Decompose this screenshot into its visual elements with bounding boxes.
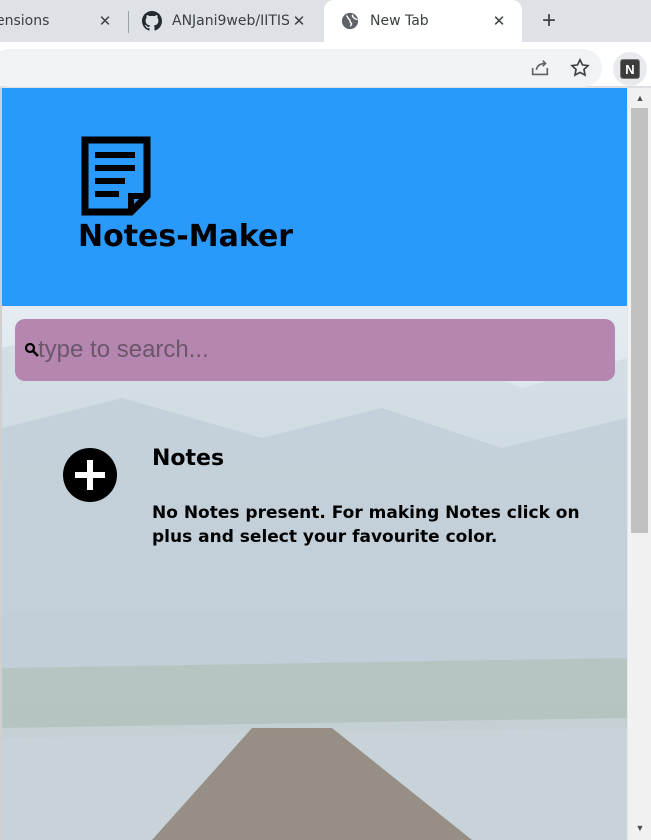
github-icon bbox=[142, 11, 162, 31]
tab-github[interactable]: ANJani9web/IITIS ✕ bbox=[130, 0, 322, 42]
empty-notes-message: No Notes present. For making Notes click… bbox=[152, 503, 580, 547]
close-icon[interactable]: ✕ bbox=[96, 12, 114, 30]
share-icon[interactable] bbox=[528, 56, 552, 80]
add-note-button[interactable] bbox=[63, 448, 117, 502]
page-viewport: Notes-Maker Notes No Notes present. For … bbox=[2, 88, 627, 840]
scroll-thumb[interactable] bbox=[631, 108, 648, 533]
tab-title: New Tab bbox=[370, 13, 429, 29]
close-icon[interactable]: ✕ bbox=[290, 12, 308, 30]
search-bar bbox=[15, 319, 615, 381]
tab-title: ensions bbox=[0, 13, 50, 29]
profile-button[interactable]: N bbox=[613, 52, 647, 86]
notes-logo-icon bbox=[81, 136, 151, 216]
scroll-down-arrow-icon[interactable]: ▼ bbox=[632, 820, 648, 836]
close-icon[interactable]: ✕ bbox=[490, 12, 508, 30]
bookmark-star-icon[interactable] bbox=[568, 56, 592, 80]
scroll-up-arrow-icon[interactable]: ▲ bbox=[632, 90, 648, 106]
tab-new-tab[interactable]: New Tab ✕ bbox=[324, 0, 522, 42]
tab-divider bbox=[128, 11, 129, 33]
tab-extensions[interactable]: ensions ✕ bbox=[0, 0, 128, 42]
new-tab-button[interactable]: + bbox=[536, 7, 562, 34]
app-header: Notes-Maker bbox=[2, 88, 627, 306]
tab-title: ANJani9web/IITIS bbox=[172, 13, 290, 29]
app-title: Notes-Maker bbox=[78, 219, 294, 254]
search-input[interactable] bbox=[38, 329, 598, 371]
tab-strip: ensions ✕ ANJani9web/IITIS ✕ New Tab ✕ + bbox=[0, 0, 651, 42]
vertical-scrollbar[interactable]: ▲ ▼ bbox=[627, 88, 651, 840]
profile-avatar: N bbox=[620, 59, 640, 79]
globe-icon bbox=[340, 11, 360, 31]
browser-toolbar: N bbox=[0, 42, 651, 87]
address-bar[interactable] bbox=[0, 49, 602, 87]
background-landscape bbox=[2, 328, 627, 840]
plus-icon bbox=[75, 460, 105, 490]
notes-heading: Notes bbox=[152, 446, 225, 471]
